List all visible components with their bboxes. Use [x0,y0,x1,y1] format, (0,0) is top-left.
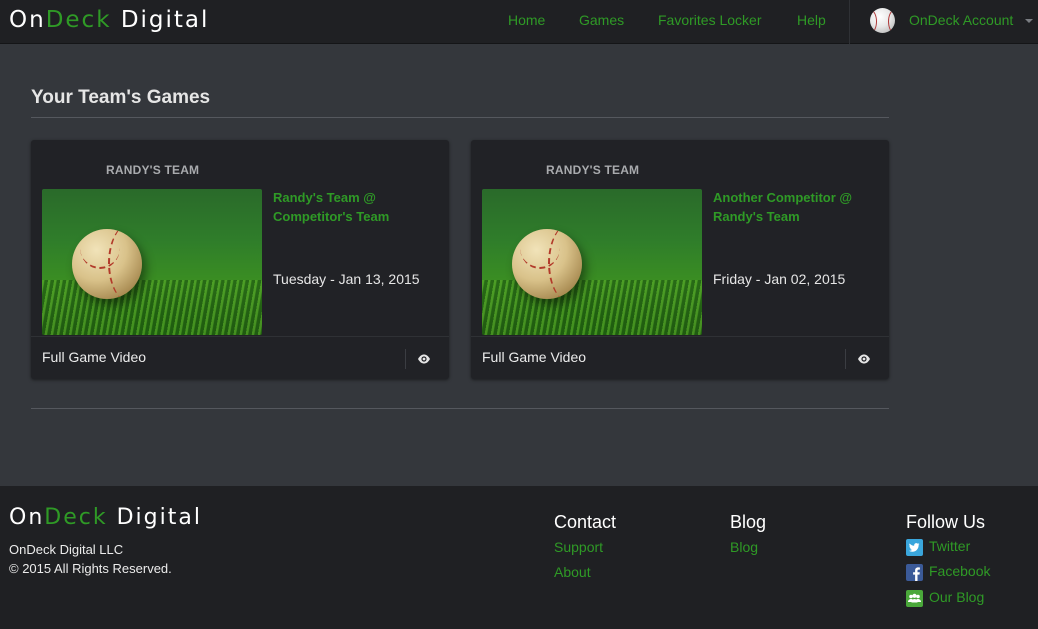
divider [31,408,889,409]
brand-logo[interactable]: OnDeck Digital [9,7,209,33]
footer-copyright: © 2015 All Rights Reserved. [9,561,172,576]
community-icon [906,590,923,607]
facebook-label: Facebook [929,563,991,579]
page-title: Your Team's Games [31,87,211,108]
footer-support-link[interactable]: Support [554,539,603,555]
card-footer: Full Game Video [31,336,449,379]
game-date: Friday - Jan 02, 2015 [713,271,846,287]
brand-part-digital: Digital [120,7,210,33]
brand-part-deck: Deck [45,7,112,33]
footer-contact-title: Contact [554,512,617,532]
nav-help[interactable]: Help [797,12,826,28]
footer-company: OnDeck Digital LLC [9,542,124,557]
game-date: Tuesday - Jan 13, 2015 [273,271,420,287]
eye-icon[interactable] [417,352,431,366]
card-footer-divider [405,349,406,369]
grass-texture [482,280,702,335]
nav-home[interactable]: Home [508,12,545,28]
game-matchup-link[interactable]: Randy's Team @ Competitor's Team [273,188,438,226]
grass-texture [42,280,262,335]
baseball-image [512,229,582,299]
brand-part-digital: Digital [116,505,202,530]
card-footer: Full Game Video [471,336,889,379]
card-team-name: RANDY'S TEAM [546,163,640,177]
footer-follow-title: Follow Us [906,512,986,532]
site-footer: OnDeck Digital OnDeck Digital LLC © 2015… [0,486,1038,629]
twitter-icon [906,539,923,556]
baseball-icon [870,8,895,33]
caret-down-icon [1025,19,1033,23]
full-game-video-link[interactable]: Full Game Video [482,349,586,365]
eye-icon[interactable] [857,352,871,366]
footer-brand-logo: OnDeck Digital [9,505,202,530]
twitter-label: Twitter [929,538,971,554]
footer-about-link[interactable]: About [554,564,591,580]
account-label: OnDeck Account [909,12,1014,28]
nav-favorites-locker[interactable]: Favorites Locker [658,12,761,28]
facebook-icon [906,564,923,581]
card-team-name: RANDY'S TEAM [106,163,200,177]
game-thumbnail[interactable] [482,189,702,335]
brand-part-deck: Deck [44,505,108,530]
baseball-image [72,229,142,299]
divider [31,117,889,118]
top-navbar: OnDeck Digital Home Games Favorites Lock… [0,0,1038,44]
full-game-video-link[interactable]: Full Game Video [42,349,146,365]
game-card: RANDY'S TEAM Randy's Team @ Competitor's… [31,140,449,379]
footer-blog-title: Blog [730,512,767,532]
our-blog-label: Our Blog [929,589,985,605]
game-matchup-link[interactable]: Another Competitor @ Randy's Team [713,188,878,226]
card-footer-divider [845,349,846,369]
footer-blog-link[interactable]: Blog [730,539,758,555]
nav-divider [849,0,850,44]
brand-part-on: On [9,505,45,530]
brand-part-on: On [9,7,46,33]
game-thumbnail[interactable] [42,189,262,335]
game-card: RANDY'S TEAM Another Competitor @ Randy'… [471,140,889,379]
nav-games[interactable]: Games [579,12,624,28]
